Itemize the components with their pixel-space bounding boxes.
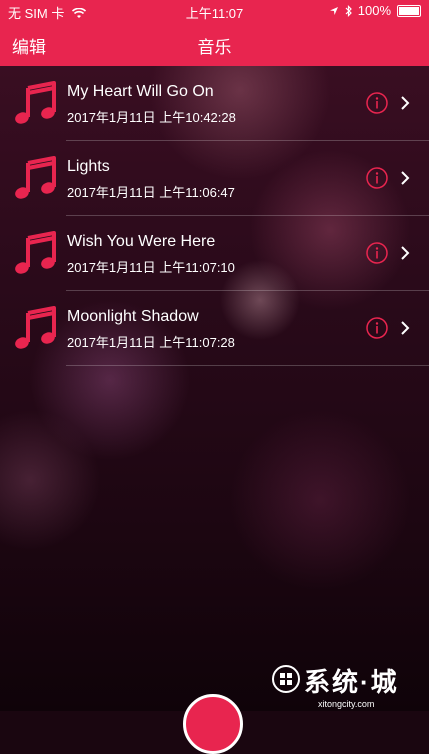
watermark-text: 系统·城: [304, 667, 399, 697]
battery-icon: [397, 4, 421, 17]
song-date: 2017年1月11日 上午11:06:47: [67, 185, 235, 200]
song-date: 2017年1月11日 上午11:07:10: [67, 260, 235, 275]
music-note-icon: [15, 81, 56, 124]
watermark-url: xitongcity.com: [318, 699, 375, 709]
song-row[interactable]: My Heart Will Go On 2017年1月11日 上午10:42:2…: [0, 66, 429, 141]
page-title: 音乐: [197, 38, 232, 57]
song-title: My Heart Will Go On: [67, 83, 214, 100]
song-title: Moonlight Shadow: [67, 308, 199, 325]
info-icon[interactable]: [366, 167, 388, 189]
song-list: My Heart Will Go On 2017年1月11日 上午10:42:2…: [0, 66, 429, 366]
song-title: Lights: [67, 158, 110, 175]
music-note-icon: [15, 231, 56, 274]
music-note-icon: [15, 156, 56, 199]
info-icon[interactable]: [366, 92, 388, 114]
navigation-bar: 编辑 音乐: [0, 22, 429, 66]
record-button[interactable]: [183, 694, 243, 754]
song-row[interactable]: Wish You Were Here 2017年1月11日 上午11:07:10: [0, 216, 429, 291]
chevron-right-icon[interactable]: [400, 95, 410, 111]
song-row[interactable]: Lights 2017年1月11日 上午11:06:47: [0, 141, 429, 216]
status-right: 100%: [329, 3, 421, 18]
song-date: 2017年1月11日 上午11:07:28: [67, 335, 235, 350]
status-bar: 无 SIM 卡 上午11:07 100%: [0, 0, 429, 22]
song-date: 2017年1月11日 上午10:42:28: [67, 110, 236, 125]
chevron-right-icon[interactable]: [400, 320, 410, 336]
info-icon[interactable]: [366, 242, 388, 264]
chevron-right-icon[interactable]: [400, 245, 410, 261]
row-separator: [66, 365, 429, 366]
info-icon[interactable]: [366, 317, 388, 339]
song-row[interactable]: Moonlight Shadow 2017年1月11日 上午11:07:28: [0, 291, 429, 366]
music-note-icon: [15, 306, 56, 349]
battery-percent: 100%: [357, 3, 391, 18]
bluetooth-icon: [345, 4, 352, 17]
watermark-logo-icon: [272, 665, 300, 693]
chevron-right-icon[interactable]: [400, 170, 410, 186]
location-icon: [329, 6, 338, 15]
song-title: Wish You Were Here: [67, 233, 216, 250]
